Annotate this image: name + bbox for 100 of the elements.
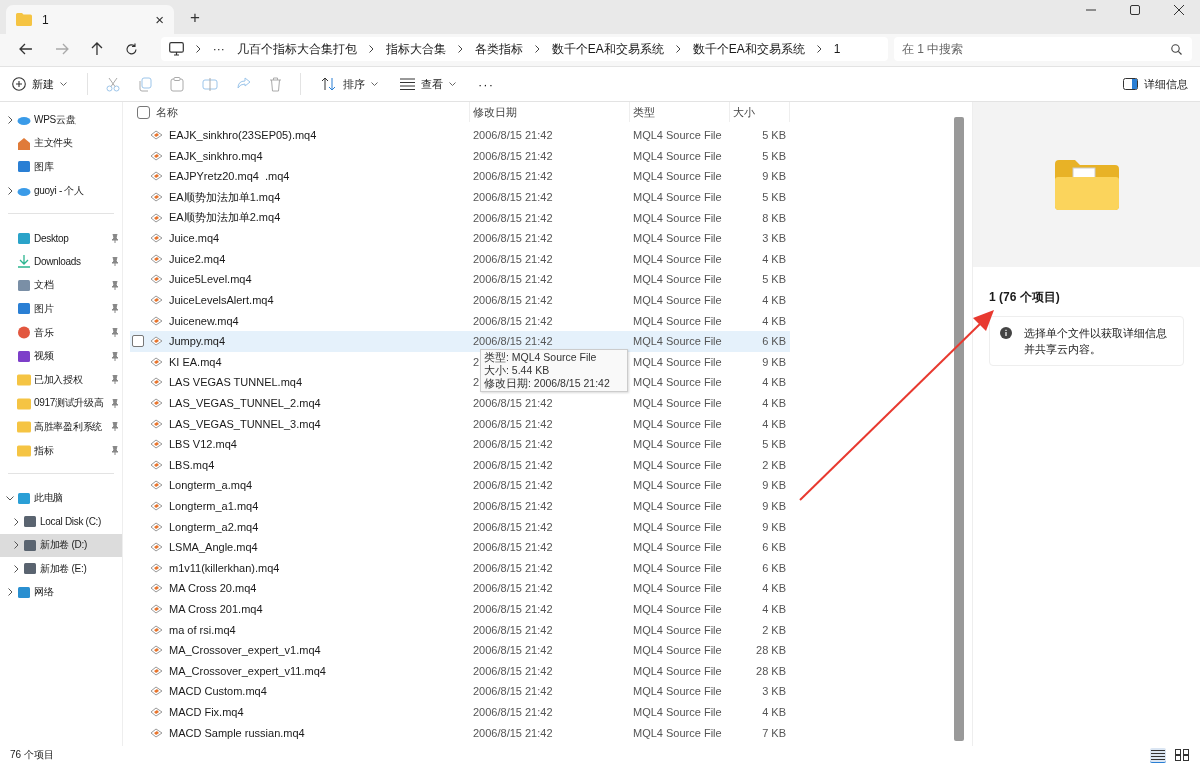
window-tab[interactable]: 1 ×: [6, 5, 174, 34]
file-row[interactable]: Jumpy.mq4 2006/8/15 21:42 MQL4 Source File 6 KB: [130, 330, 790, 352]
breadcrumb-item[interactable]: 指标大合集: [385, 40, 446, 58]
breadcrumb-more[interactable]: ···: [212, 42, 225, 56]
date-cell: 2006/8/15 21:42: [473, 726, 553, 739]
file-icon: [150, 458, 163, 471]
view-button[interactable]: 查看: [398, 73, 458, 95]
file-name: EA顺势加法加单2.mq4: [169, 210, 281, 226]
checkbox[interactable]: [132, 335, 144, 348]
sidebar-item[interactable]: 网络: [0, 580, 122, 605]
chevron-icon[interactable]: [6, 588, 14, 597]
sidebar-item[interactable]: 0917测试升级高: [0, 391, 122, 416]
column-header[interactable]: 名称: [156, 104, 178, 120]
size-cell-text: 9 KB: [761, 355, 787, 368]
file-name: EAJK_sinkhro.mq4: [169, 149, 263, 162]
new-tab-button[interactable]: +: [190, 8, 200, 28]
file-icon: [150, 479, 163, 492]
file-icon: [150, 582, 163, 595]
maximize-icon[interactable]: [1130, 5, 1140, 15]
details-pane-button[interactable]: 详细信息: [1121, 73, 1190, 95]
sidebar-item[interactable]: Desktop: [0, 226, 122, 250]
more-button[interactable]: ···: [476, 73, 496, 95]
details-view-icon[interactable]: [1150, 747, 1166, 763]
sidebar-item[interactable]: 主文件夹: [0, 131, 122, 156]
info-text: 选择单个文件以获取详细信息并共享云内容。: [1024, 326, 1168, 357]
type-cell-text: MQL4 Source File: [632, 376, 723, 389]
scissors-icon[interactable]: [106, 76, 120, 92]
sidebar-item[interactable]: 图片: [0, 297, 122, 321]
address-bar[interactable]: ··· 几百个指标大合集打包 指标大合集 各类指标 数千个EA和交易系统 数千个EA和交易系统 1: [160, 37, 888, 61]
sidebar-item[interactable]: WPS云盘: [0, 108, 122, 132]
search-icon: [1171, 44, 1182, 55]
sidebar-item[interactable]: guoyi - 个人: [0, 178, 122, 203]
column-header[interactable]: 类型: [630, 102, 730, 122]
sidebar-item[interactable]: 高胜率盈利系统: [0, 415, 122, 439]
sidebar-item[interactable]: 新加卷 (E:): [0, 557, 122, 581]
file-icon: [150, 541, 163, 554]
sort-button[interactable]: 排序: [319, 73, 380, 95]
pin-icon[interactable]: [111, 304, 119, 314]
sidebar-item[interactable]: 文档: [0, 273, 122, 298]
chevron-icon[interactable]: [6, 115, 14, 124]
type-cell-text: MQL4 Source File: [632, 541, 723, 554]
pin-icon[interactable]: [111, 233, 119, 243]
date-cell: 2006/8/15 21:42: [473, 252, 553, 265]
breadcrumb-item[interactable]: 数千个EA和交易系统: [692, 40, 805, 58]
tiles-view-icon[interactable]: [1174, 748, 1190, 762]
column-header[interactable]: 大小: [730, 102, 790, 122]
file-name: MA Cross 201.mq4: [169, 602, 263, 615]
new-button[interactable]: 新建: [10, 73, 69, 95]
close-icon[interactable]: [1174, 5, 1184, 15]
type-cell-text: MQL4 Source File: [632, 273, 723, 286]
pin-icon[interactable]: [111, 375, 119, 385]
folder-icon: [17, 444, 31, 457]
scrollbar[interactable]: [954, 117, 964, 741]
select-all-checkbox[interactable]: [137, 105, 150, 119]
pin-icon[interactable]: [111, 280, 119, 290]
breadcrumb-item[interactable]: 数千个EA和交易系统: [551, 40, 664, 58]
forward-arrow-icon[interactable]: [54, 43, 69, 55]
file-icon: [150, 314, 163, 327]
sidebar-item[interactable]: 新加卷 (D:): [0, 533, 122, 558]
file-name: Longterm_a.mq4: [169, 479, 253, 492]
column-header[interactable]: 修改日期: [470, 102, 630, 122]
chevron-icon[interactable]: [12, 541, 20, 550]
date-cell: 2006/8/15 21:42: [473, 623, 553, 636]
close-tab-button[interactable]: ×: [155, 11, 164, 28]
chevron-icon[interactable]: [12, 517, 20, 526]
date-cell: 2006/8/15 21:42: [473, 294, 553, 307]
search-field[interactable]: 在 1 中搜索: [894, 37, 1192, 61]
file-name: m1v11(killerkhan).mq4: [169, 561, 280, 574]
sidebar-item[interactable]: Downloads: [0, 249, 122, 274]
breadcrumb-item[interactable]: 几百个指标大合集打包: [236, 40, 357, 58]
size-cell-text: 3 KB: [761, 232, 787, 245]
up-arrow-icon[interactable]: [90, 42, 103, 56]
pin-icon[interactable]: [111, 422, 119, 432]
date-cell: 2006/8/15 21:42: [473, 170, 553, 183]
breadcrumb-item[interactable]: 各类指标: [474, 40, 523, 58]
sidebar-item[interactable]: 音乐: [0, 320, 122, 345]
refresh-icon[interactable]: [124, 42, 138, 56]
trash-icon[interactable]: [269, 76, 282, 92]
chevron-icon[interactable]: [6, 494, 14, 503]
chevron-icon[interactable]: [6, 186, 14, 195]
sidebar-item[interactable]: 此电脑: [0, 486, 122, 510]
chevron-icon[interactable]: [12, 564, 20, 573]
sidebar-item[interactable]: Local Disk (C:): [0, 509, 122, 534]
pin-icon[interactable]: [111, 446, 119, 455]
sidebar-item[interactable]: 已加入授权: [0, 367, 122, 392]
size-cell-text: 9 KB: [761, 520, 787, 533]
clipboard-icon[interactable]: [170, 76, 184, 92]
pin-icon[interactable]: [111, 351, 119, 361]
date-cell: 2006/8/15 21:42: [473, 273, 553, 286]
pin-icon[interactable]: [111, 328, 119, 338]
pin-icon[interactable]: [111, 398, 119, 408]
back-arrow-icon[interactable]: [19, 43, 33, 55]
sidebar-item[interactable]: 视频: [0, 344, 122, 368]
size-cell-text: 6 KB: [761, 335, 787, 348]
pin-icon[interactable]: [111, 257, 119, 267]
sidebar-item[interactable]: 指标: [0, 438, 122, 463]
sidebar-item[interactable]: 图库: [0, 155, 122, 179]
breadcrumb-item[interactable]: 1: [833, 42, 841, 56]
file-icon: [150, 438, 163, 451]
file-name: Longterm_a2.mq4: [169, 520, 259, 533]
